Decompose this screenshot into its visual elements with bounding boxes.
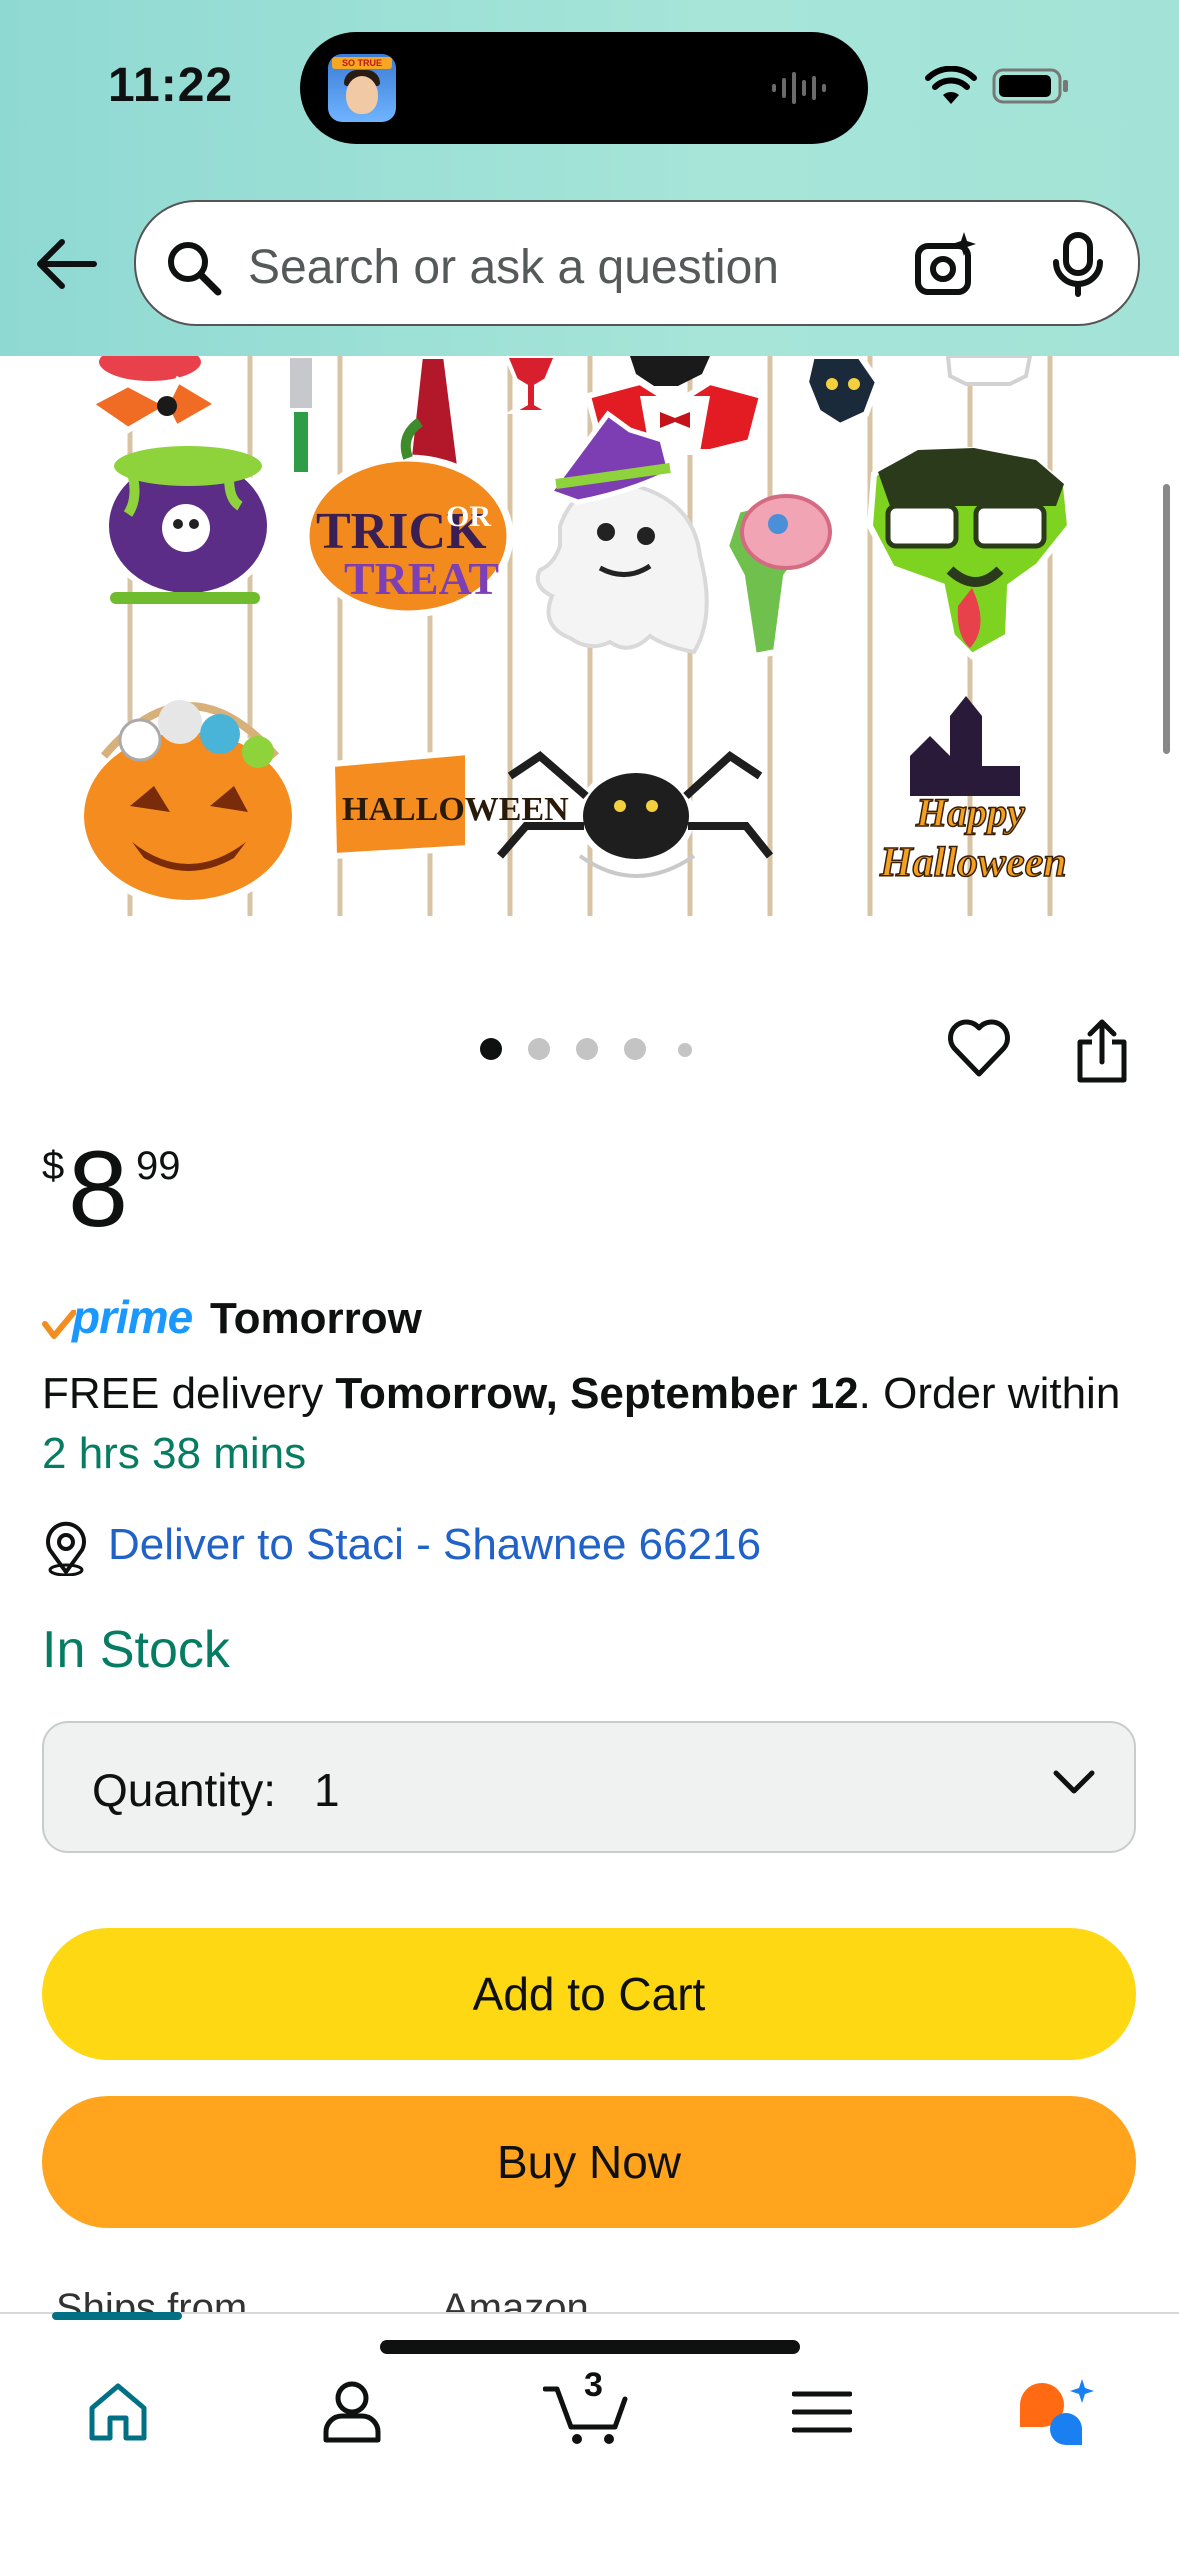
chevron-down-icon <box>1053 1770 1095 1794</box>
quantity-selector[interactable]: Quantity: 1 <box>42 1721 1136 1853</box>
menu-icon <box>792 2391 852 2433</box>
live-activity-thumbnail[interactable]: SO TRUE <box>328 54 396 122</box>
search-bar[interactable]: Search or ask a question <box>134 200 1140 326</box>
halloween-props-illustration: TRICK OR TREAT HALLOWEEN Happy Halloween <box>76 356 1074 916</box>
delivery-date: Tomorrow, September 12 <box>335 1369 859 1418</box>
heart-icon[interactable] <box>946 1018 1012 1080</box>
prime-logo-text: prime <box>72 1291 193 1343</box>
quantity-value: 1 <box>314 1764 340 1816</box>
sign-halloween-script-text: Halloween <box>879 840 1067 886</box>
thumbnail-tag: SO TRUE <box>332 57 392 69</box>
search-icon <box>168 242 222 296</box>
delivery-countdown: 2 hrs 38 mins <box>42 1429 307 1478</box>
price-whole: 8 <box>68 1128 129 1249</box>
camera-search-icon[interactable] <box>912 230 982 300</box>
app-header: 11:22 SO TRUE Search or ask a question <box>0 0 1179 356</box>
microphone-icon[interactable] <box>1050 232 1106 298</box>
add-to-cart-button[interactable]: Add to Cart <box>42 1928 1136 2060</box>
delivery-prefix: FREE delivery <box>42 1369 336 1418</box>
tab-rufus-assistant[interactable] <box>998 2352 1118 2472</box>
dynamic-island: SO TRUE <box>300 32 868 144</box>
pagination-dot-5[interactable] <box>678 1043 692 1057</box>
pagination-dot-3[interactable] <box>576 1038 598 1060</box>
active-tab-indicator <box>52 2312 182 2320</box>
tab-home[interactable] <box>58 2352 178 2472</box>
rufus-assistant-icon <box>1020 2379 1094 2445</box>
product-image[interactable]: TRICK OR TREAT HALLOWEEN Happy Halloween <box>70 356 1110 916</box>
price-currency: $ <box>42 1144 65 1188</box>
delivery-message: FREE delivery Tomorrow, September 12. Or… <box>42 1364 1122 1484</box>
page-scrollbar[interactable] <box>1163 484 1170 754</box>
back-arrow-icon[interactable] <box>34 238 98 290</box>
location-pin-icon <box>46 1521 86 1576</box>
delivery-suffix: . Order within <box>858 1369 1121 1418</box>
account-icon <box>323 2381 381 2443</box>
search-input[interactable]: Search or ask a question <box>248 240 779 295</box>
deliver-to-link[interactable]: Deliver to Staci - Shawnee 66216 <box>108 1520 761 1570</box>
tab-menu[interactable] <box>762 2352 882 2472</box>
pagination-dot-4[interactable] <box>624 1038 646 1060</box>
home-icon <box>89 2383 147 2441</box>
wifi-icon <box>925 66 977 104</box>
sign-or-text: OR <box>446 500 491 533</box>
share-icon[interactable] <box>1074 1018 1130 1086</box>
sign-happy-text: Happy <box>915 790 1025 835</box>
status-time: 11:22 <box>108 59 234 112</box>
stock-status: In Stock <box>42 1621 230 1679</box>
pagination-dot-2[interactable] <box>528 1038 550 1060</box>
sign-treat-text: TREAT <box>344 553 499 604</box>
pagination-dot-1[interactable] <box>480 1038 502 1060</box>
prime-delivery-day: Tomorrow <box>210 1294 422 1343</box>
battery-icon <box>992 68 1068 104</box>
tab-account[interactable] <box>292 2352 412 2472</box>
tab-cart[interactable]: 3 <box>526 2352 646 2472</box>
cart-count-badge: 3 <box>584 2366 603 2404</box>
home-indicator[interactable] <box>380 2340 800 2354</box>
quantity-label: Quantity: <box>92 1764 277 1816</box>
audio-wave-icon <box>772 72 826 104</box>
prime-check-icon <box>42 1310 76 1339</box>
price-fraction: 99 <box>136 1144 181 1188</box>
buy-now-button[interactable]: Buy Now <box>42 2096 1136 2228</box>
